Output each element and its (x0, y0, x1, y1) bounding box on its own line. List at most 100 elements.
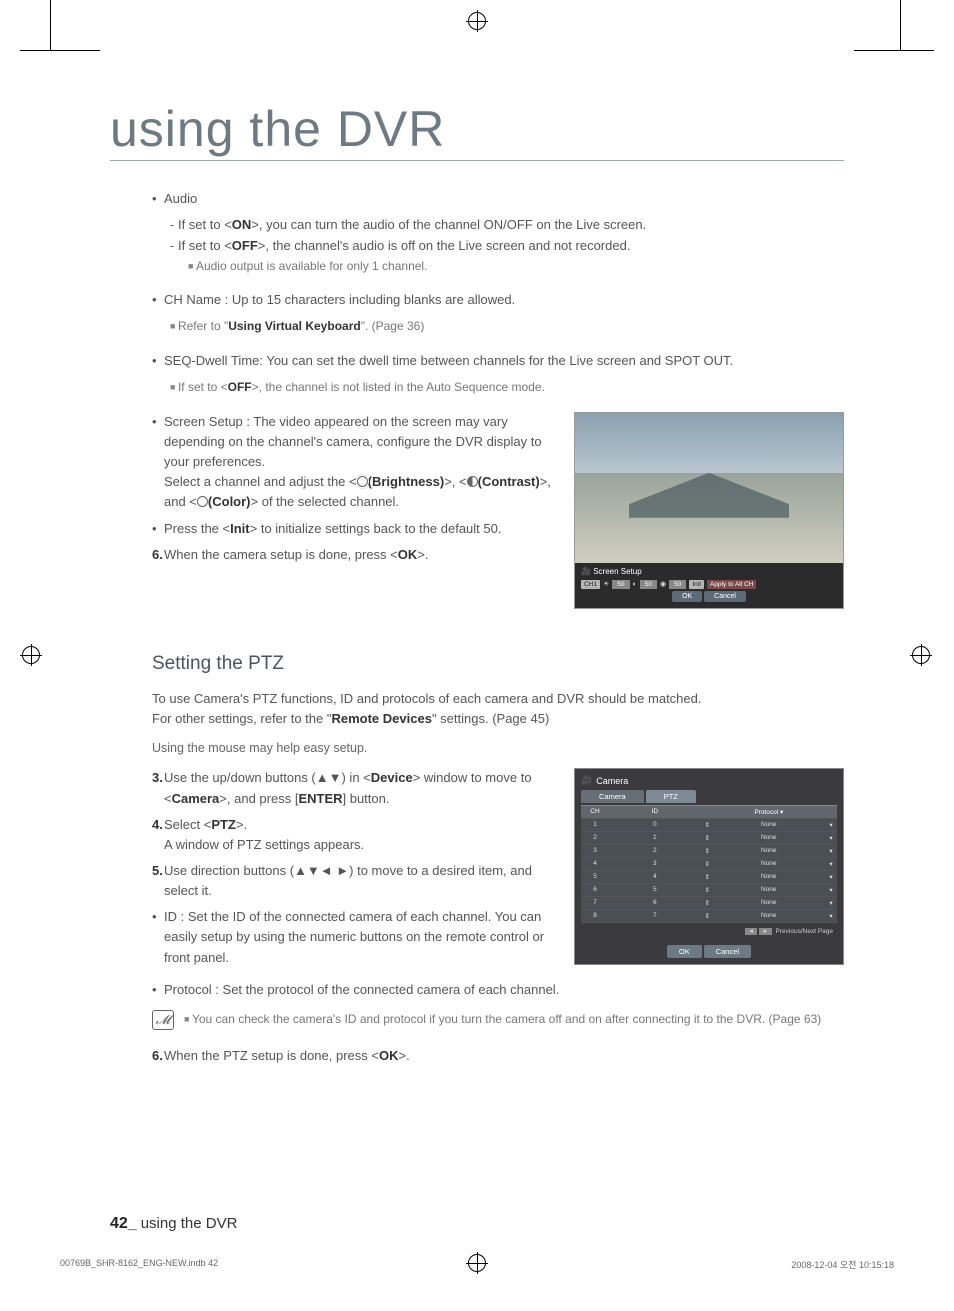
note-box: 𝓜 You can check the camera's ID and prot… (152, 1010, 844, 1030)
ptz-section-title: Setting the PTZ (152, 653, 844, 675)
bullet: • (152, 519, 160, 539)
brightness-icon: ☀ (603, 580, 609, 588)
cell-id[interactable]: 0 (609, 819, 701, 831)
dropdown-icon[interactable]: ▾ (825, 819, 837, 831)
stepper-icon[interactable]: ⇕ (701, 871, 713, 883)
dropdown-icon[interactable]: ▾ (825, 832, 837, 844)
ss1-brightness: 50 (612, 580, 629, 589)
table-row: 87⇕None▾ (581, 910, 837, 923)
ss2-table: CH ID Protocol ▾ 10⇕None▾21⇕None▾32⇕None… (581, 805, 837, 923)
stepper-icon[interactable]: ⇕ (701, 858, 713, 870)
note-text: You can check the camera's ID and protoc… (184, 1010, 821, 1030)
bullet: • (152, 412, 160, 513)
cell-ch: 5 (581, 871, 609, 883)
cell-proto[interactable]: None (713, 845, 825, 857)
ss2-tab-camera[interactable]: Camera (581, 790, 644, 803)
step-number: 5. (152, 861, 160, 901)
ptz-protocol-line: Protocol : Set the protocol of the conne… (164, 980, 844, 1000)
registration-mark (22, 646, 40, 664)
ss1-ok-button[interactable]: OK (672, 591, 702, 602)
table-row: 76⇕None▾ (581, 897, 837, 910)
cell-ch: 8 (581, 910, 609, 922)
step-number: 6. (152, 1046, 160, 1066)
ptz-window-screenshot: 🎥 Camera Camera PTZ CH ID Protocol ▾ 10⇕… (574, 768, 844, 965)
note-icon: 𝓜 (152, 1010, 174, 1030)
ss1-color: 50 (669, 580, 686, 589)
cell-ch: 1 (581, 819, 609, 831)
dropdown-icon[interactable]: ▾ (825, 910, 837, 922)
contrast-icon: ◐ (633, 581, 637, 588)
stepper-icon[interactable]: ⇕ (701, 910, 713, 922)
ptz-step5: Use direction buttons (▲▼◄ ►) to move to… (164, 861, 556, 901)
ss2-col-id: ID (609, 806, 701, 818)
cell-id[interactable]: 3 (609, 858, 701, 870)
stepper-icon[interactable]: ⇕ (701, 884, 713, 896)
cell-id[interactable]: 7 (609, 910, 701, 922)
screen-setup-screenshot: 🎥 Screen Setup CH1 ☀50 ◐50 ◉50 Init Appl… (574, 412, 844, 609)
cell-proto[interactable]: None (713, 897, 825, 909)
table-row: 43⇕None▾ (581, 858, 837, 871)
dropdown-icon[interactable]: ▾ (825, 884, 837, 896)
registration-mark (912, 646, 930, 664)
page-footer: 42_using the DVR (110, 1215, 237, 1233)
chname-line: CH Name : Up to 15 characters including … (164, 290, 844, 310)
cell-ch: 7 (581, 897, 609, 909)
bullet: • (152, 980, 160, 1000)
stepper-icon[interactable]: ⇕ (701, 819, 713, 831)
seq-line: SEQ-Dwell Time: You can set the dwell ti… (164, 351, 844, 371)
ss2-col-proto: Protocol ▾ (713, 806, 825, 818)
bullet: • (152, 189, 160, 209)
table-row: 54⇕None▾ (581, 871, 837, 884)
contrast-icon (467, 476, 478, 487)
dropdown-icon[interactable]: ▾ (825, 845, 837, 857)
cell-proto[interactable]: None (713, 832, 825, 844)
bullet: • (152, 351, 160, 371)
chname-note: Refer to "Using Virtual Keyboard". (Page… (170, 319, 424, 333)
table-row: 10⇕None▾ (581, 819, 837, 832)
brightness-icon (357, 476, 368, 487)
color-icon (197, 496, 208, 507)
cell-id[interactable]: 4 (609, 871, 701, 883)
dropdown-icon[interactable]: ▾ (825, 897, 837, 909)
cell-proto[interactable]: None (713, 871, 825, 883)
cell-id[interactable]: 1 (609, 832, 701, 844)
ss2-pager[interactable]: ◄► Previous/Next Page (585, 928, 833, 935)
ptz-mouse-note: Using the mouse may help easy setup. (152, 739, 844, 758)
cell-proto[interactable]: None (713, 819, 825, 831)
ss1-init-button[interactable]: Init (689, 580, 704, 589)
ptz-step4: Select <PTZ>. A window of PTZ settings a… (164, 815, 556, 855)
crop-mark (900, 0, 901, 50)
camera-preview (575, 413, 843, 563)
print-footline: 00769B_SHR-8162_ENG-NEW.indb 42 2008-12-… (60, 1258, 894, 1271)
cell-proto[interactable]: None (713, 858, 825, 870)
audio-off-line: If set to <OFF>, the channel's audio is … (170, 236, 844, 257)
step6-camera: When the camera setup is done, press <OK… (164, 545, 556, 565)
cell-id[interactable]: 5 (609, 884, 701, 896)
ss2-cancel-button[interactable]: Cancel (704, 945, 751, 958)
audio-output-note: Audio output is available for only 1 cha… (188, 257, 844, 276)
crop-mark (50, 0, 51, 50)
cell-ch: 3 (581, 845, 609, 857)
stepper-icon[interactable]: ⇕ (701, 897, 713, 909)
cell-id[interactable]: 6 (609, 897, 701, 909)
ss2-ok-button[interactable]: OK (667, 945, 702, 958)
cell-ch: 4 (581, 858, 609, 870)
stepper-icon[interactable]: ⇕ (701, 832, 713, 844)
cell-id[interactable]: 2 (609, 845, 701, 857)
bullet: • (152, 907, 160, 967)
cell-proto[interactable]: None (713, 910, 825, 922)
ss2-tab-ptz[interactable]: PTZ (646, 790, 696, 803)
table-row: 21⇕None▾ (581, 832, 837, 845)
ss2-title: Camera (596, 776, 628, 786)
dropdown-icon[interactable]: ▾ (825, 858, 837, 870)
dropdown-icon[interactable]: ▾ (825, 871, 837, 883)
audio-on-line: If set to <ON>, you can turn the audio o… (170, 215, 844, 236)
ptz-step6: When the PTZ setup is done, press <OK>. (164, 1046, 844, 1066)
table-row: 32⇕None▾ (581, 845, 837, 858)
stepper-icon[interactable]: ⇕ (701, 845, 713, 857)
ss1-apply-button[interactable]: Apply to All CH (707, 580, 756, 589)
table-row: 65⇕None▾ (581, 884, 837, 897)
cell-proto[interactable]: None (713, 884, 825, 896)
ss1-cancel-button[interactable]: Cancel (704, 591, 746, 602)
bullet: • (152, 290, 160, 310)
